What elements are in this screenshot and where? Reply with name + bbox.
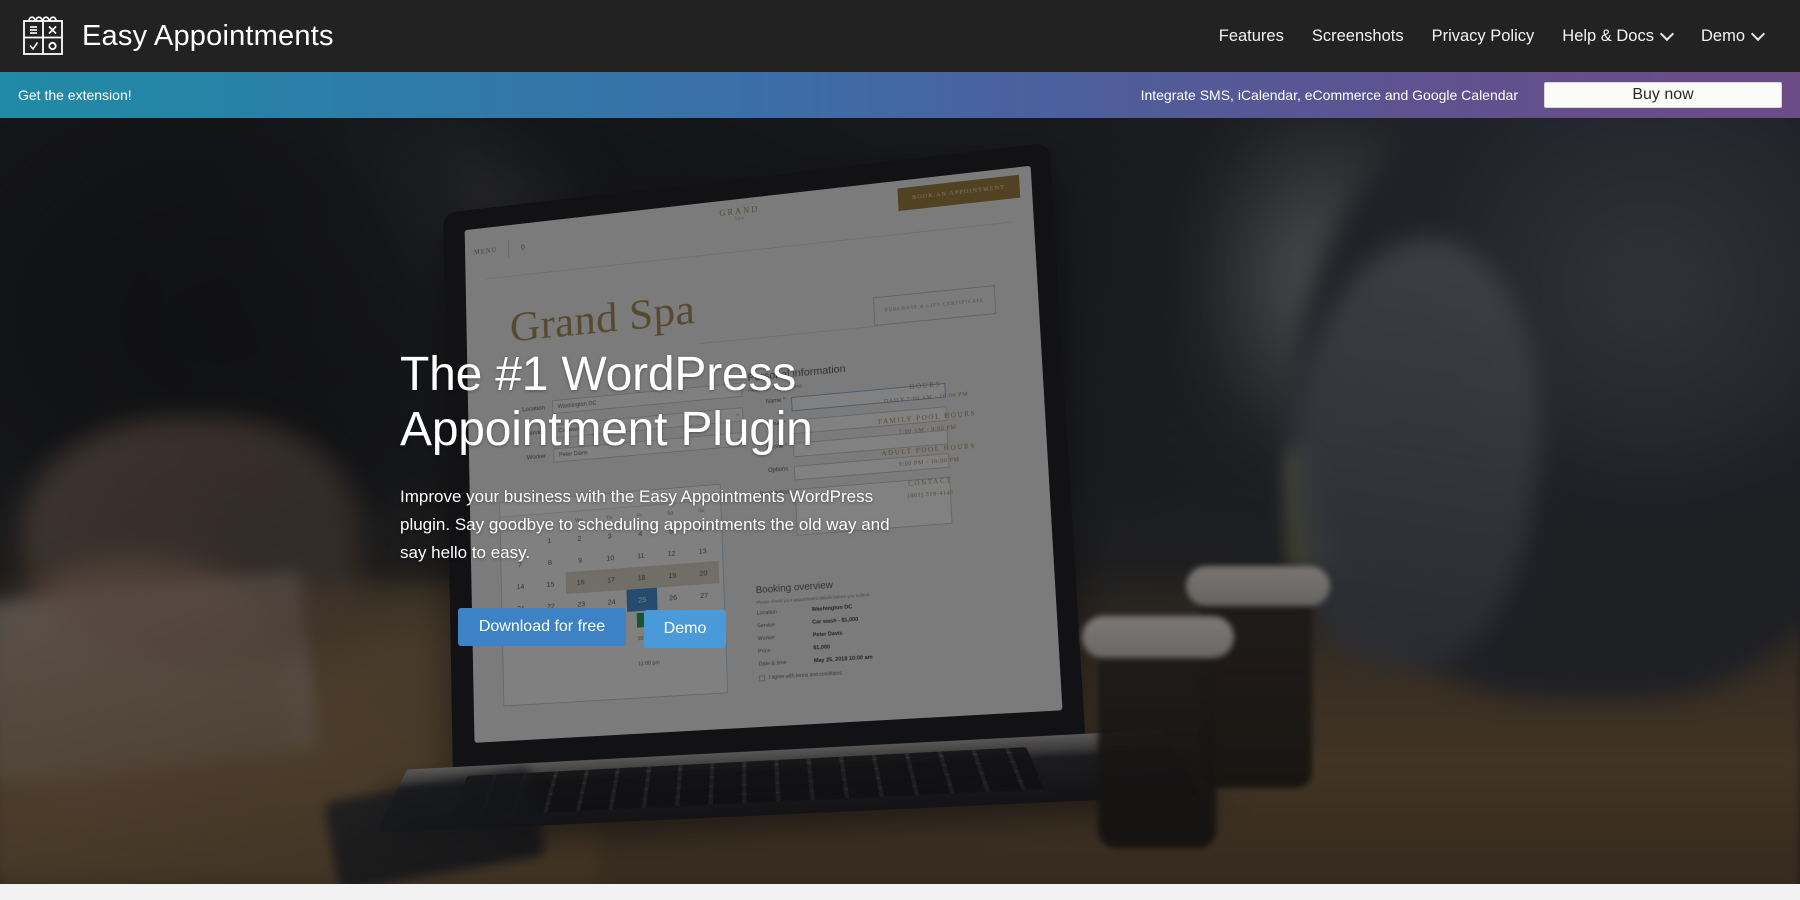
hero-heading: The #1 WordPress Appointment Plugin	[400, 348, 1100, 457]
page-body-below-hero	[0, 884, 1800, 900]
nav-label: Features	[1218, 26, 1284, 45]
nav-item-screenshots[interactable]: Screenshots	[1298, 17, 1418, 56]
chevron-down-icon	[1753, 29, 1764, 40]
hero-button-group: Download for free Demo	[400, 608, 1100, 649]
nav-label: Screenshots	[1311, 26, 1404, 45]
nav-item-privacy-policy[interactable]: Privacy Policy	[1418, 17, 1549, 56]
nav-label: Help & Docs	[1562, 26, 1654, 45]
nav-item-help-and-docs[interactable]: Help & Docs	[1548, 17, 1687, 56]
brand[interactable]: Easy Appointments	[20, 13, 334, 59]
nav-label: Privacy Policy	[1431, 26, 1535, 45]
demo-button[interactable]: Demo	[644, 610, 726, 649]
nav-item-demo[interactable]: Demo	[1687, 17, 1778, 56]
promo-banner: Get the extension! Integrate SMS, iCalen…	[0, 72, 1800, 118]
nav-item-features[interactable]: Features	[1205, 17, 1298, 56]
top-navigation-bar: Easy Appointments Features Screenshots P…	[0, 0, 1800, 72]
promo-left-label[interactable]: Get the extension!	[18, 87, 132, 103]
nav-label: Demo	[1700, 26, 1745, 45]
hero-paragraph: Improve your business with the Easy Appo…	[400, 487, 890, 562]
hero-heading-line2: Appointment Plugin	[400, 402, 813, 456]
main-nav-menu: Features Screenshots Privacy Policy Help…	[1205, 17, 1778, 56]
chevron-down-icon	[1662, 29, 1673, 40]
calendar-grid-icon	[20, 13, 66, 59]
promo-right-group: Integrate SMS, iCalendar, eCommerce and …	[1141, 82, 1782, 108]
promo-message: Integrate SMS, iCalendar, eCommerce and …	[1140, 87, 1518, 103]
hero-content: The #1 WordPress Appointment Plugin Impr…	[400, 348, 1100, 649]
brand-title: Easy Appointments	[82, 19, 334, 52]
download-for-free-button[interactable]: Download for free	[458, 608, 626, 647]
hero-section: MENU ⚲ GRAND Spa BOOK AN APPOINTMENT Gra…	[0, 118, 1800, 884]
buy-now-button[interactable]: Buy now	[1544, 82, 1782, 108]
hero-heading-line1: The #1 WordPress	[400, 348, 797, 401]
